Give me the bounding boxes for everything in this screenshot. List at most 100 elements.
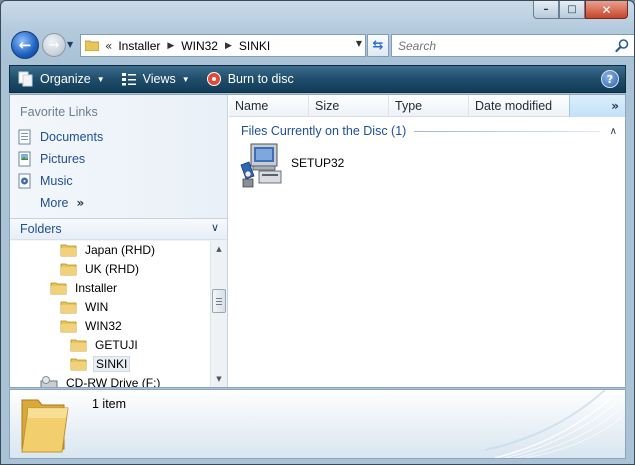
tree-item-uk-rhd[interactable]: UK (RHD) <box>60 260 141 278</box>
breadcrumb-sinki[interactable]: SINKI <box>239 39 270 53</box>
more-columns-chevron-icon[interactable]: » <box>569 95 625 117</box>
more-chevron-icon: » <box>76 196 85 210</box>
group-header-label: Files Currently on the Disc (1) <box>241 124 407 138</box>
scroll-up-arrow-icon[interactable]: ▲ <box>211 241 227 257</box>
tree-item-label: WIN32 <box>85 319 122 333</box>
file-list-pane: Name Size Type Date modified » Files Cur… <box>229 95 625 387</box>
refresh-button[interactable]: ⇆ <box>367 34 389 57</box>
breadcrumb-separator-icon[interactable]: ▶ <box>225 41 232 51</box>
tree-item-japan-rhd[interactable]: Japan (RHD) <box>60 241 157 259</box>
organize-button[interactable]: Organize ▼ <box>18 66 113 92</box>
tree-item-win[interactable]: WIN <box>60 298 110 316</box>
search-input[interactable] <box>398 38 598 53</box>
address-dropdown-icon[interactable]: ▼ <box>356 39 362 48</box>
favorite-more-label: More <box>40 196 69 210</box>
maximize-button[interactable]: □ <box>559 1 585 19</box>
close-button[interactable]: ✕ <box>585 1 628 19</box>
forward-button[interactable]: → <box>42 33 66 57</box>
organize-icon <box>18 71 33 87</box>
help-button[interactable]: ? <box>601 70 619 88</box>
maximize-icon: □ <box>567 4 577 15</box>
item-count: 1 item <box>92 397 127 411</box>
group-header[interactable]: Files Currently on the Disc (1) ∧ <box>241 123 617 139</box>
folder-tree-scrollbar[interactable]: ▲ ▼ <box>210 241 227 387</box>
help-icon: ? <box>606 72 614 86</box>
folder-icon <box>70 339 87 352</box>
folder-icon <box>60 263 77 276</box>
tree-item-label: Installer <box>75 281 118 295</box>
views-button[interactable]: Views ▼ <box>121 66 198 92</box>
search-icon[interactable] <box>615 38 630 53</box>
address-bar[interactable]: « Installer ▶ WIN32 ▶ SINKI ▼ <box>80 34 366 57</box>
folders-header[interactable]: Folders ∨ <box>10 218 227 240</box>
tree-item-installer[interactable]: Installer <box>50 279 119 297</box>
collapse-chevron-icon: ∨ <box>210 221 219 234</box>
favorite-documents[interactable]: Documents <box>16 127 103 147</box>
grip-icon <box>216 297 222 305</box>
cd-drive-icon <box>40 376 58 387</box>
tree-item-cd-rw-drive[interactable]: CD-RW Drive (F:) <box>40 374 162 387</box>
favorite-pictures[interactable]: Pictures <box>16 149 85 169</box>
favorite-more[interactable]: More » <box>40 193 84 213</box>
column-header-name[interactable]: Name <box>229 95 309 117</box>
navigation-bar: ← → ▼ « Installer ▶ WIN32 ▶ SINKI ▼ ⇆ <box>9 29 634 61</box>
tree-item-win32[interactable]: WIN32 <box>60 317 124 335</box>
group-collapse-chevron-icon: ∧ <box>609 125 617 137</box>
documents-icon <box>16 128 34 146</box>
burn-to-disc-label: Burn to disc <box>227 72 294 86</box>
column-header-date-modified[interactable]: Date modified <box>469 95 573 117</box>
scrollbar-thumb[interactable] <box>212 289 226 313</box>
tree-item-sinki[interactable]: SINKI <box>70 355 131 373</box>
decorative-swoosh <box>485 390 622 458</box>
pictures-icon <box>16 150 34 168</box>
details-pane: 1 item <box>9 389 626 459</box>
minimize-button[interactable]: – <box>533 1 559 19</box>
address-overflow-chevron[interactable]: « <box>105 39 112 53</box>
tree-item-label: SINKI <box>93 356 131 372</box>
tree-item-label: UK (RHD) <box>85 262 139 276</box>
favorite-music[interactable]: Music <box>16 171 73 191</box>
organize-label: Organize <box>40 72 91 86</box>
back-arrow-icon: ← <box>18 36 32 54</box>
music-icon <box>16 172 34 190</box>
caption-buttons: – □ ✕ <box>533 1 628 20</box>
favorite-pictures-label: Pictures <box>40 152 86 166</box>
navigation-pane: Favorite Links Documents Pictures Music <box>10 95 228 387</box>
close-icon: ✕ <box>601 2 612 17</box>
group-divider <box>414 130 600 132</box>
favorite-music-label: Music <box>40 174 73 188</box>
main-panes: Favorite Links Documents Pictures Music <box>9 94 626 388</box>
burn-to-disc-button[interactable]: Burn to disc <box>206 66 294 92</box>
folder-icon <box>50 282 67 295</box>
breadcrumb-installer[interactable]: Installer <box>118 39 160 53</box>
tree-item-label: WIN <box>85 300 109 314</box>
column-header-type[interactable]: Type <box>389 95 469 117</box>
tree-item-label: GETUJI <box>95 338 138 352</box>
folder-tree: Japan (RHD) UK (RHD) Installer WIN WIN32 <box>10 241 210 387</box>
command-bar: Organize ▼ Views ▼ Burn to disc ? <box>9 65 626 93</box>
tree-item-getuji[interactable]: GETUJI <box>70 336 140 354</box>
favorite-documents-label: Documents <box>40 130 104 144</box>
minimize-icon: – <box>543 4 549 15</box>
folder-icon <box>60 301 77 314</box>
breadcrumb-separator-icon[interactable]: ▶ <box>167 41 174 51</box>
forward-arrow-icon: → <box>48 37 60 53</box>
back-button[interactable]: ← <box>11 31 39 59</box>
favorite-links-title: Favorite Links <box>20 105 98 119</box>
organize-dropdown-icon: ▼ <box>96 74 105 84</box>
recent-pages-dropdown[interactable]: ▼ <box>67 40 73 49</box>
folder-icon <box>21 399 69 453</box>
tree-item-label: Japan (RHD) <box>85 243 156 257</box>
file-item-setup32[interactable]: SETUP32 <box>237 141 344 191</box>
explorer-window: – □ ✕ ← → ▼ « Installer ▶ WIN32 ▶ SINKI … <box>0 0 635 465</box>
burn-disc-icon <box>206 72 221 86</box>
folder-icon <box>60 244 77 257</box>
scroll-down-arrow-icon[interactable]: ▼ <box>211 371 227 387</box>
column-header-size[interactable]: Size <box>309 95 389 117</box>
setup-installer-icon <box>240 143 282 188</box>
breadcrumb-win32[interactable]: WIN32 <box>181 39 218 53</box>
file-name: SETUP32 <box>291 156 345 170</box>
views-dropdown-icon: ▼ <box>181 74 190 84</box>
folders-title: Folders <box>20 222 62 236</box>
tree-item-label: CD-RW Drive (F:) <box>66 376 161 387</box>
